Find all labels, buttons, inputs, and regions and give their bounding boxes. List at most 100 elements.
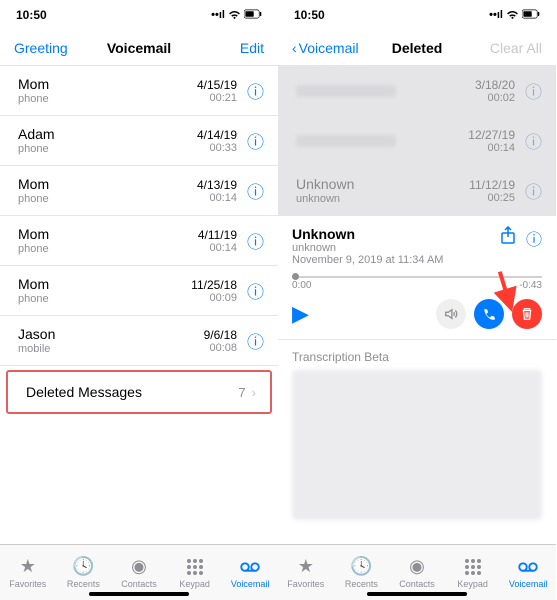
signal-icon: ••ıl xyxy=(211,9,225,21)
remaining-time: -0:43 xyxy=(519,280,542,291)
call-button[interactable] xyxy=(474,299,504,329)
duration: 00:14 xyxy=(197,192,237,204)
status-icons: ••ıl xyxy=(211,9,262,22)
time: 10:50 xyxy=(294,8,325,22)
duration: 00:33 xyxy=(197,142,237,154)
info-icon[interactable]: ⓘ xyxy=(247,78,264,103)
phone-right: 10:50 ••ıl ‹Voicemail Deleted Clear All … xyxy=(278,0,556,600)
contact-icon: ◉ xyxy=(409,557,425,577)
voicemail-list: Momphone4/15/1900:21ⓘ Adamphone4/14/1900… xyxy=(0,66,278,544)
duration: 00:02 xyxy=(475,92,515,104)
tab-label: Voicemail xyxy=(231,579,270,589)
star-icon: ★ xyxy=(20,557,36,577)
caller-sub: phone xyxy=(18,143,197,155)
voicemail-icon xyxy=(240,557,260,577)
caller-name: Adam xyxy=(18,126,197,142)
voicemail-row[interactable]: 12/27/1900:14 ⓘ xyxy=(278,116,556,166)
elapsed-time: 0:00 xyxy=(292,280,311,291)
caller-name: Mom xyxy=(18,176,197,192)
voicemail-row[interactable]: 3/18/2000:02 ⓘ xyxy=(278,66,556,116)
caller-sub: unknown xyxy=(296,193,469,205)
redacted-transcription xyxy=(292,370,542,520)
back-label: Voicemail xyxy=(299,40,359,56)
duration: 00:14 xyxy=(198,242,237,254)
voicemail-row[interactable]: Adamphone4/14/1900:33ⓘ xyxy=(0,116,278,166)
voicemail-row[interactable]: Momphone4/15/1900:21ⓘ xyxy=(0,66,278,116)
redacted-name xyxy=(296,135,396,147)
voicemail-row[interactable]: Momphone4/11/1900:14ⓘ xyxy=(0,216,278,266)
wifi-icon xyxy=(228,9,241,22)
home-indicator[interactable] xyxy=(89,592,189,596)
info-icon[interactable]: ⓘ xyxy=(247,228,264,253)
chevron-left-icon: ‹ xyxy=(292,40,297,56)
tab-voicemail[interactable]: Voicemail xyxy=(500,545,556,600)
date: 11/12/19 xyxy=(469,178,515,192)
voicemail-row[interactable]: Unknownunknown11/12/1900:25 ⓘ xyxy=(278,166,556,216)
tab-favorites[interactable]: ★Favorites xyxy=(278,545,334,600)
status-bar: 10:50 ••ıl xyxy=(0,0,278,30)
tab-label: Keypad xyxy=(179,579,210,589)
share-icon[interactable] xyxy=(500,226,516,250)
voicemail-row[interactable]: Jasonmobile9/6/1800:08ⓘ xyxy=(0,316,278,366)
status-bar: 10:50 ••ıl xyxy=(278,0,556,30)
date: 4/15/19 xyxy=(197,78,237,92)
voicemail-icon xyxy=(518,557,538,577)
caller-name: Mom xyxy=(18,76,197,92)
info-icon[interactable]: ⓘ xyxy=(525,78,542,103)
tab-favorites[interactable]: ★Favorites xyxy=(0,545,56,600)
wifi-icon xyxy=(506,9,519,22)
caller-name: Unknown xyxy=(296,176,469,192)
info-icon[interactable]: ⓘ xyxy=(247,128,264,153)
page-title: Voicemail xyxy=(94,40,184,56)
caller-sub: phone xyxy=(18,293,191,305)
play-button[interactable]: ▶ xyxy=(292,301,309,327)
caller-sub: unknown xyxy=(292,242,500,254)
voicemail-row[interactable]: Momphone11/25/1800:09ⓘ xyxy=(0,266,278,316)
info-icon[interactable]: ⓘ xyxy=(247,328,264,353)
caller-name: Unknown xyxy=(292,226,500,242)
phone-left: 10:50 ••ıl Greeting Voicemail Edit Momph… xyxy=(0,0,278,600)
date: 12/27/19 xyxy=(468,128,515,142)
duration: 00:14 xyxy=(468,142,515,154)
back-button[interactable]: ‹Voicemail xyxy=(292,40,372,56)
delete-button[interactable] xyxy=(512,299,542,329)
tab-label: Recents xyxy=(345,579,378,589)
date: 4/13/19 xyxy=(197,178,237,192)
info-icon[interactable]: ⓘ xyxy=(526,226,542,250)
keypad-icon xyxy=(464,557,482,577)
date: 3/18/20 xyxy=(475,78,515,92)
star-icon: ★ xyxy=(298,557,314,577)
duration: 00:25 xyxy=(469,192,515,204)
contact-icon: ◉ xyxy=(131,557,147,577)
tab-label: Contacts xyxy=(399,579,435,589)
deleted-messages-row[interactable]: Deleted Messages 7 › xyxy=(6,370,272,414)
date: 4/11/19 xyxy=(198,228,237,242)
info-icon[interactable]: ⓘ xyxy=(247,278,264,303)
date: 11/25/18 xyxy=(191,278,237,292)
tab-label: Voicemail xyxy=(509,579,548,589)
info-icon[interactable]: ⓘ xyxy=(525,178,542,203)
caller-name: Mom xyxy=(18,276,191,292)
clock-icon: 🕓 xyxy=(72,557,94,577)
tab-voicemail[interactable]: Voicemail xyxy=(222,545,278,600)
edit-button[interactable]: Edit xyxy=(184,40,264,56)
voicemail-player: Unknown unknown November 9, 2019 at 11:3… xyxy=(278,216,556,340)
caller-name: Jason xyxy=(18,326,204,342)
home-indicator[interactable] xyxy=(367,592,467,596)
info-icon[interactable]: ⓘ xyxy=(247,178,264,203)
tab-label: Recents xyxy=(67,579,100,589)
redacted-name xyxy=(296,85,396,97)
caller-sub: phone xyxy=(18,93,197,105)
voicemail-datetime: November 9, 2019 at 11:34 AM xyxy=(292,254,500,266)
page-title: Deleted xyxy=(372,40,462,56)
tab-label: Contacts xyxy=(121,579,157,589)
scrubber-thumb[interactable] xyxy=(292,273,299,280)
clear-all-button[interactable]: Clear All xyxy=(462,40,542,56)
caller-sub: phone xyxy=(18,193,197,205)
greeting-button[interactable]: Greeting xyxy=(14,40,94,56)
deleted-count: 7 xyxy=(238,385,245,400)
voicemail-row[interactable]: Momphone4/13/1900:14 ⓘ xyxy=(0,166,278,216)
scrubber[interactable] xyxy=(292,276,542,278)
info-icon[interactable]: ⓘ xyxy=(525,128,542,153)
speaker-button[interactable] xyxy=(436,299,466,329)
